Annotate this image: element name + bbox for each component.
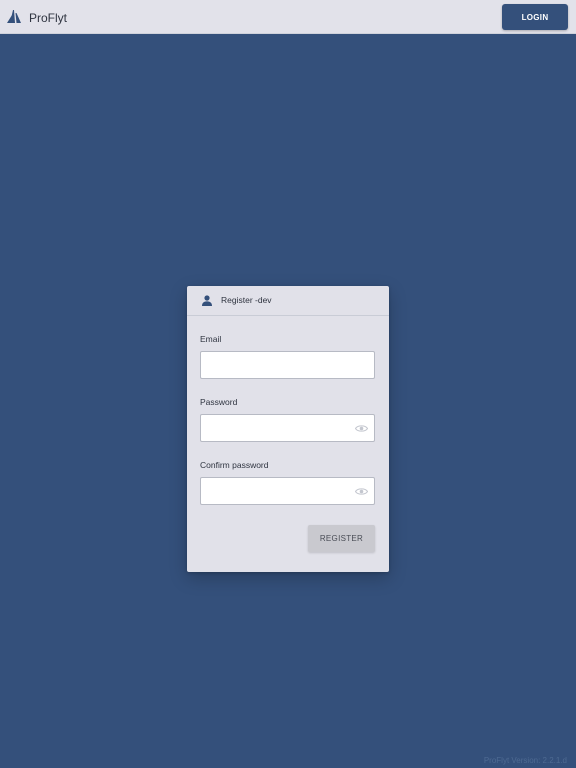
proflyt-sail-logo-icon xyxy=(7,10,21,23)
confirm-password-field[interactable] xyxy=(200,477,375,505)
eye-icon[interactable] xyxy=(355,424,368,433)
eye-icon[interactable] xyxy=(355,487,368,496)
register-card: Register -dev Email Password Confirm pas… xyxy=(187,286,389,572)
confirm-password-label: Confirm password xyxy=(200,460,269,470)
login-button[interactable]: LOGIN xyxy=(502,4,568,30)
user-icon xyxy=(202,295,212,306)
email-label: Email xyxy=(200,334,222,344)
top-app-bar: ProFlyt LOGIN xyxy=(0,0,576,34)
card-header: Register -dev xyxy=(187,286,389,316)
register-button[interactable]: REGISTER xyxy=(308,525,375,552)
app-title: ProFlyt xyxy=(29,11,68,25)
card-title: Register -dev xyxy=(221,295,272,305)
version-label: ProFlyt Version: 2.2.1.d xyxy=(483,756,567,765)
email-field[interactable] xyxy=(200,351,375,379)
password-label: Password xyxy=(200,397,238,407)
password-field[interactable] xyxy=(200,414,375,442)
